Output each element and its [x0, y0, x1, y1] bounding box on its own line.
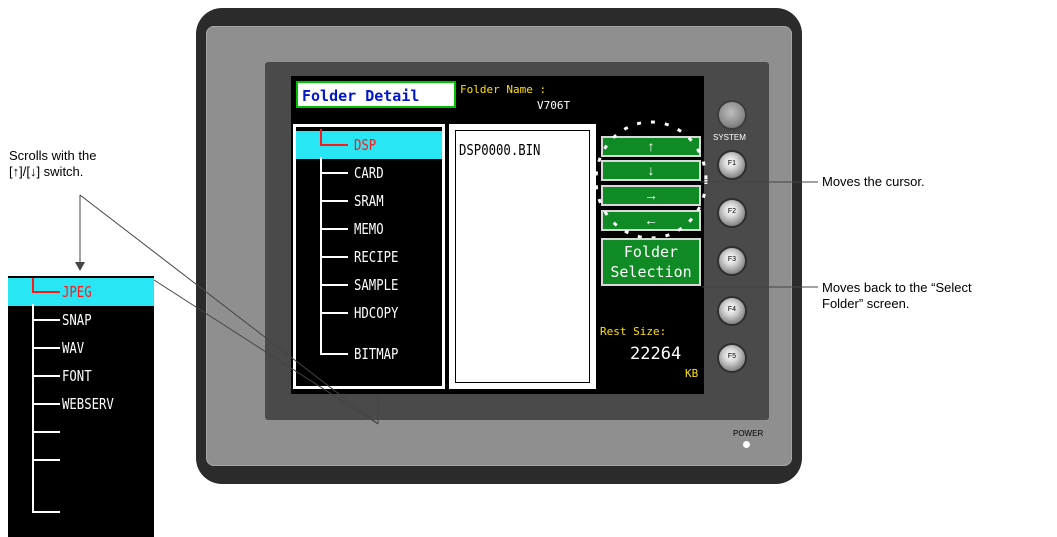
f3-key[interactable]: F3: [717, 246, 747, 276]
f1-key[interactable]: F1: [717, 150, 747, 180]
file-list[interactable]: DSP0000.BIN: [449, 124, 596, 389]
zoom-item-empty: [8, 418, 154, 446]
system-button[interactable]: [717, 100, 747, 130]
tree-item-label: DSP: [354, 136, 377, 154]
screen-title-text: Folder Detail: [302, 87, 420, 105]
f3-key-label: F3: [727, 256, 737, 263]
zoom-item-empty: [8, 446, 154, 474]
zoom-item-snap: SNAP: [8, 304, 154, 334]
scroll-note-line2: [↑]/[↓] switch.: [9, 164, 84, 179]
zoom-item-label: WEBSERV: [62, 395, 114, 413]
tree-item-label: MEMO: [354, 220, 384, 238]
f5-key[interactable]: F5: [717, 343, 747, 373]
tree-item-label: HDCOPY: [354, 304, 399, 322]
back-note-line1: Moves back to the “Select: [822, 280, 972, 295]
tree-item-label: RECIPE: [354, 248, 399, 266]
zoom-item-label: JPEG: [62, 283, 92, 301]
zoom-item-label: FONT: [62, 367, 92, 385]
zoom-item-label: SNAP: [62, 311, 92, 329]
rest-size-label: Rest Size:: [600, 325, 667, 338]
f2-key[interactable]: F2: [717, 198, 747, 228]
back-note: Moves back to the “Select Folder” screen…: [822, 280, 972, 312]
file-list-area: DSP0000.BIN: [455, 130, 590, 383]
zoom-item-webserv: WEBSERV: [8, 390, 154, 418]
tree-item-label: BITMAP: [354, 345, 399, 363]
folder-name-label: Folder Name :: [460, 83, 547, 96]
system-label: SYSTEM: [713, 133, 746, 142]
back-note-line2: Folder” screen.: [822, 296, 910, 311]
screen-title: Folder Detail: [296, 81, 456, 108]
cursor-note: Moves the cursor.: [822, 174, 925, 189]
tree-item-bitmap[interactable]: BITMAP: [296, 327, 442, 363]
tree-item-label: SRAM: [354, 192, 384, 210]
folder-name-value: V706T: [537, 99, 571, 112]
folder-tree[interactable]: DSP CARD SRAM MEMO RECIPE SAMPLE HDCOPY …: [293, 124, 445, 389]
tree-item-label: CARD: [354, 164, 384, 182]
rest-size-value: 22264: [630, 344, 682, 364]
folder-selection-label-1: Folder: [623, 243, 679, 261]
tree-item-memo[interactable]: MEMO: [296, 215, 442, 243]
zoom-item-empty: [8, 474, 154, 513]
tree-item-card[interactable]: CARD: [296, 157, 442, 187]
scroll-note-line1: Scrolls with the: [9, 148, 97, 163]
zoom-item-wav: WAV: [8, 334, 154, 362]
file-item[interactable]: DSP0000.BIN: [459, 141, 540, 159]
f5-key-label: F5: [727, 353, 737, 360]
f1-key-label: F1: [727, 160, 737, 167]
zoom-item-jpeg: JPEG: [8, 278, 154, 306]
zoomed-tree-panel: JPEG SNAP WAV FONT WEBSERV: [8, 274, 154, 537]
zoom-item-label: WAV: [62, 339, 85, 357]
tree-item-dsp[interactable]: DSP: [296, 129, 442, 159]
folder-selection-label-2: Selection: [610, 263, 692, 281]
power-label: POWER: [733, 429, 764, 438]
tree-item-label: SAMPLE: [354, 276, 399, 294]
folder-selection-button[interactable]: Folder Selection: [601, 238, 701, 286]
power-led: [743, 441, 750, 448]
f4-key-label: F4: [727, 306, 737, 313]
zoom-item-font: FONT: [8, 362, 154, 390]
tree-item-hdcopy[interactable]: HDCOPY: [296, 299, 442, 327]
cursor-highlight: [594, 120, 708, 240]
f4-key[interactable]: F4: [717, 296, 747, 326]
tree-item-sram[interactable]: SRAM: [296, 187, 442, 215]
tree-item-sample[interactable]: SAMPLE: [296, 271, 442, 299]
scroll-note: Scrolls with the [↑]/[↓] switch.: [9, 148, 96, 180]
rest-size-unit: KB: [685, 367, 699, 380]
tree-item-recipe[interactable]: RECIPE: [296, 243, 442, 271]
f2-key-label: F2: [727, 208, 737, 215]
